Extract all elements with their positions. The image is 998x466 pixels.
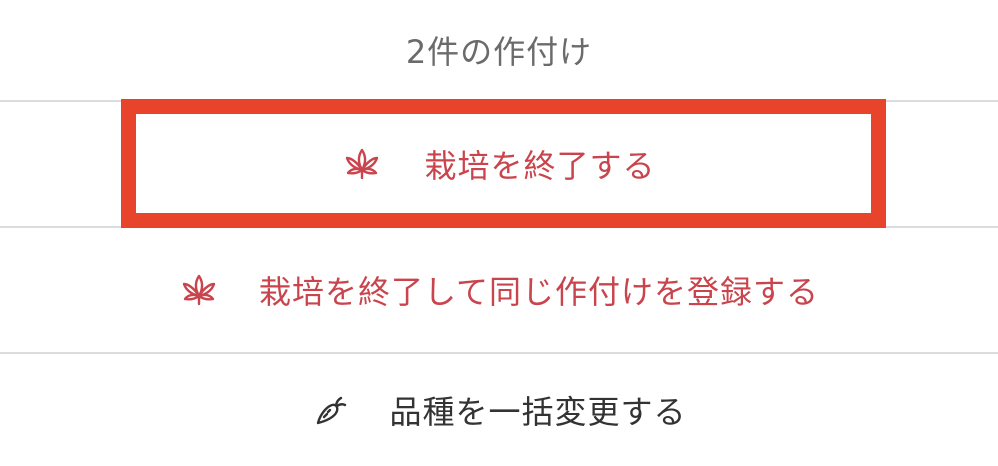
bulk-change-variety-button[interactable]: 品種を一括変更する [0, 354, 998, 466]
carrot-icon [311, 390, 351, 430]
cannabis-leaf-icon [179, 270, 219, 310]
sheet-title: 2件の作付け [405, 33, 593, 71]
end-cultivation-label: 栽培を終了する [424, 147, 656, 185]
action-sheet: 2件の作付け 栽培を終了する 栽培を終了して同じ作付けを登録する 品種を一括変更… [0, 0, 998, 466]
cannabis-leaf-icon [342, 144, 382, 184]
bulk-change-variety-label: 品種を一括変更する [389, 393, 687, 431]
end-and-register-same-label: 栽培を終了して同じ作付けを登録する [258, 273, 820, 311]
end-and-register-same-button[interactable]: 栽培を終了して同じ作付けを登録する [0, 228, 998, 352]
end-cultivation-button[interactable]: 栽培を終了する [0, 102, 998, 226]
